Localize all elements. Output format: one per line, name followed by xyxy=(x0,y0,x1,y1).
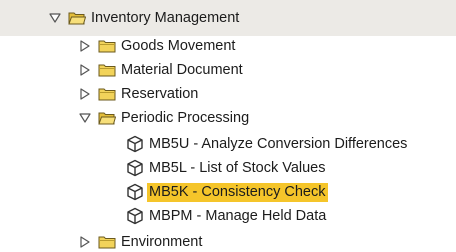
tree-node-label: Periodic Processing xyxy=(121,110,250,126)
tree-node-label: Goods Movement xyxy=(121,38,236,54)
tree-item-label-selected: MB5K - Consistency Check xyxy=(147,182,329,202)
folder-open-icon xyxy=(68,11,87,25)
tree-node-label: Material Document xyxy=(121,62,243,78)
expand-arrow-right-icon[interactable] xyxy=(78,230,92,252)
tree-node-reservation[interactable]: Reservation xyxy=(78,82,198,106)
tree-node-material-document[interactable]: Material Document xyxy=(78,58,243,82)
expand-arrow-right-icon[interactable] xyxy=(78,58,92,82)
folder-icon xyxy=(98,63,116,77)
folder-icon xyxy=(98,87,116,101)
navigation-tree: Inventory Management Goods Movement Mate… xyxy=(0,0,456,252)
tree-node-label: Environment xyxy=(121,234,203,250)
tree-item-mb5u[interactable]: MB5U - Analyze Conversion Differences xyxy=(126,132,407,156)
expand-arrow-right-icon[interactable] xyxy=(78,82,92,106)
tree-item-mb5k[interactable]: MB5K - Consistency Check xyxy=(126,180,329,204)
folder-open-icon xyxy=(98,111,117,125)
folder-icon xyxy=(98,39,116,53)
transaction-cube-icon xyxy=(126,135,144,153)
tree-node-environment[interactable]: Environment xyxy=(78,230,202,252)
transaction-cube-icon xyxy=(126,159,144,177)
transaction-cube-icon xyxy=(126,183,144,201)
tree-node-inventory-management[interactable]: Inventory Management xyxy=(48,6,239,30)
transaction-cube-icon xyxy=(126,207,144,225)
tree-node-goods-movement[interactable]: Goods Movement xyxy=(78,34,235,58)
expand-arrow-down-icon[interactable] xyxy=(48,6,62,30)
folder-icon xyxy=(98,235,116,249)
tree-item-label: MBPM - Manage Held Data xyxy=(149,208,327,224)
expand-arrow-right-icon[interactable] xyxy=(78,34,92,58)
tree-node-label: Inventory Management xyxy=(91,10,240,26)
tree-node-label: Reservation xyxy=(121,86,199,102)
expand-arrow-down-icon[interactable] xyxy=(78,106,92,130)
tree-item-mbpm[interactable]: MBPM - Manage Held Data xyxy=(126,204,326,228)
tree-item-label: MB5U - Analyze Conversion Differences xyxy=(149,136,408,152)
tree-item-label: MB5L - List of Stock Values xyxy=(149,160,326,176)
tree-item-mb5l[interactable]: MB5L - List of Stock Values xyxy=(126,156,326,180)
tree-node-periodic-processing[interactable]: Periodic Processing xyxy=(78,106,249,130)
